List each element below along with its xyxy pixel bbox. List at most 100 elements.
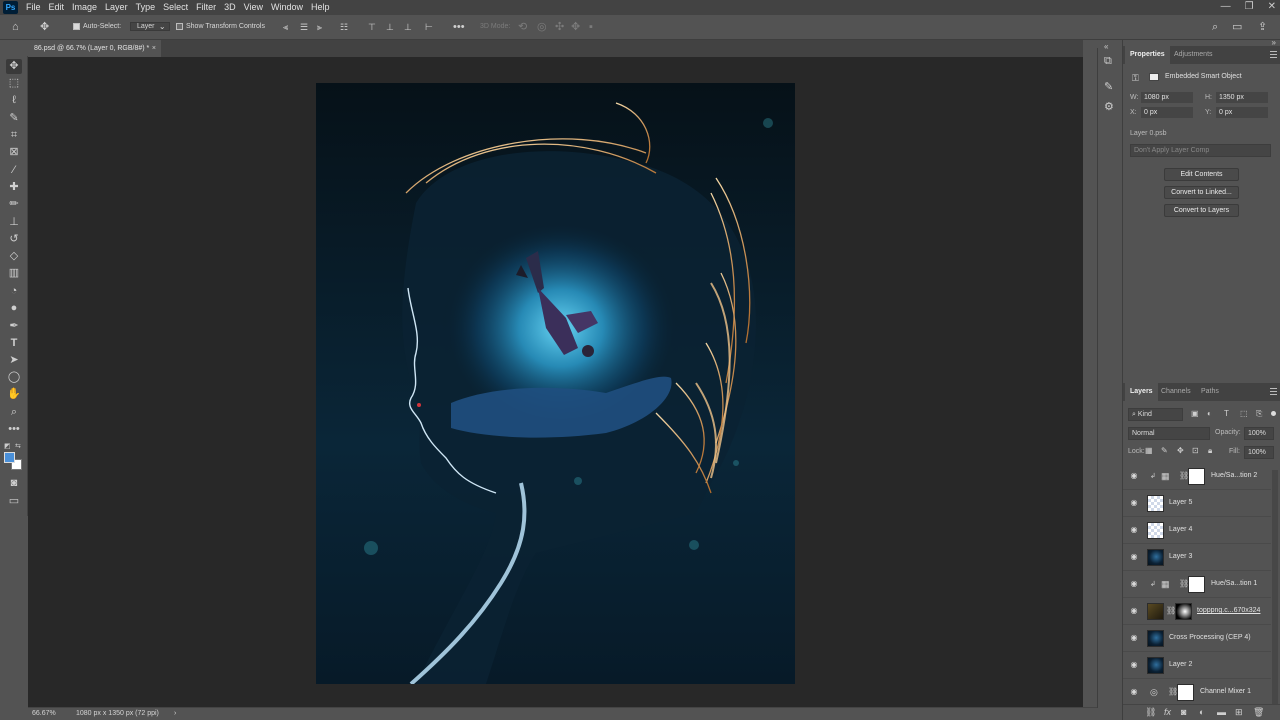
menu-help[interactable]: Help <box>307 0 334 15</box>
marquee-tool-icon[interactable]: ⬚ <box>6 76 22 91</box>
menu-window[interactable]: Window <box>267 0 307 15</box>
tab-properties[interactable]: Properties <box>1125 46 1170 64</box>
layer-name[interactable]: Channel Mixer 1 <box>1200 688 1251 695</box>
link-layers-icon[interactable]: ⛓ <box>1145 705 1156 719</box>
quick-select-tool-icon[interactable]: ✎ <box>6 111 22 126</box>
layer-row[interactable]: ◉ ↲ ▦ ⛓ Hue/Sa...tion 1 <box>1123 571 1271 598</box>
menu-image[interactable]: Image <box>68 0 101 15</box>
document-tab[interactable]: 86.psd @ 66.7% (Layer 0, RGB/8#) * × <box>28 40 161 57</box>
restore-button[interactable]: ❐ <box>1245 0 1254 14</box>
layer-mask-thumbnail[interactable] <box>1175 603 1192 620</box>
layer-row[interactable]: ◉ Layer 2 <box>1123 652 1271 679</box>
y-field[interactable]: 0 px <box>1216 107 1268 118</box>
visibility-eye-icon[interactable]: ◉ <box>1129 687 1139 697</box>
zoom-tool-icon[interactable]: ⌕ <box>6 405 22 420</box>
filter-adjustment-icon[interactable]: ◐ <box>1207 407 1212 421</box>
layer-mask-thumbnail[interactable] <box>1188 576 1205 593</box>
3d-roll-icon[interactable]: ◎ <box>537 20 547 34</box>
document-canvas[interactable] <box>316 83 795 684</box>
workspace-icon[interactable]: ▭ <box>1232 20 1242 34</box>
show-transform-toggle[interactable]: Show Transform Controls <box>176 20 265 34</box>
lock-all-icon[interactable]: 🔒︎ <box>1208 444 1212 458</box>
close-window-button[interactable]: ✕ <box>1268 0 1276 14</box>
lock-transparent-icon[interactable]: ▦ <box>1145 444 1153 458</box>
auto-select-checkbox[interactable] <box>73 22 80 30</box>
home-icon[interactable]: ⌂ <box>12 20 19 34</box>
filter-toggle-icon[interactable] <box>1271 411 1276 416</box>
default-colors-icon[interactable]: ◩ <box>4 442 12 450</box>
layer-name[interactable]: Cross Processing (CEP 4) <box>1169 634 1251 641</box>
layer-row[interactable]: ◉ ◎ ⛓ Channel Mixer 1 <box>1123 679 1271 706</box>
visibility-eye-icon[interactable]: ◉ <box>1129 606 1139 616</box>
dodge-tool-icon[interactable]: ● <box>6 301 22 316</box>
fx-icon[interactable]: fx <box>1164 705 1171 719</box>
menu-file[interactable]: File <box>22 0 45 15</box>
distribute-left-icon[interactable]: ⊢ <box>425 20 433 34</box>
new-group-folder-icon[interactable]: ▬ <box>1217 705 1226 719</box>
layer-name[interactable]: Layer 4 <box>1169 526 1192 533</box>
align-center-icon[interactable]: ☰ <box>300 20 308 34</box>
visibility-eye-icon[interactable]: ◉ <box>1129 552 1139 562</box>
status-menu-arrow[interactable]: › <box>174 708 176 720</box>
menu-select[interactable]: Select <box>159 0 192 15</box>
align-right-icon[interactable]: ⫸ <box>317 20 322 34</box>
hand-tool-icon[interactable]: ✋ <box>6 387 22 402</box>
convert-to-linked-button[interactable]: Convert to Linked... <box>1164 186 1239 199</box>
move-tool-icon[interactable]: ✥ <box>6 59 22 74</box>
tab-channels[interactable]: Channels <box>1156 383 1196 401</box>
eyedropper-tool-icon[interactable]: ⁄ <box>6 163 22 178</box>
clone-stamp-tool-icon[interactable]: ⊥ <box>6 215 22 230</box>
menu-filter[interactable]: Filter <box>192 0 220 15</box>
brush-tool-icon[interactable]: ✏ <box>6 197 22 212</box>
visibility-eye-icon[interactable]: ◉ <box>1129 471 1139 481</box>
layer-mask-thumbnail[interactable] <box>1177 684 1194 701</box>
tab-paths[interactable]: Paths <box>1196 383 1224 401</box>
edit-toolbar-icon[interactable]: ••• <box>6 422 22 437</box>
brush-settings-icon[interactable]: ✎ <box>1104 80 1113 94</box>
layer-name[interactable]: topppng.c...670x324 <box>1197 607 1260 614</box>
adjustments-panel-icon[interactable]: ⚙ <box>1104 100 1114 114</box>
ellipse-tool-icon[interactable]: ◯ <box>6 370 22 385</box>
history-brush-tool-icon[interactable]: ↺ <box>6 232 22 247</box>
3d-scale-icon[interactable]: ▪ <box>589 20 593 34</box>
visibility-eye-icon[interactable]: ◉ <box>1129 660 1139 670</box>
filter-pixel-icon[interactable]: ▣ <box>1191 407 1199 421</box>
search-icon[interactable]: ⌕ <box>1212 20 1218 34</box>
distribute-middle-icon[interactable]: ⊥ <box>386 20 394 34</box>
visibility-eye-icon[interactable]: ◉ <box>1129 525 1139 535</box>
crop-tool-icon[interactable]: ⌗ <box>6 128 22 143</box>
type-tool-icon[interactable]: T <box>6 336 22 351</box>
width-field[interactable]: 1080 px <box>1141 92 1193 103</box>
path-selection-tool-icon[interactable]: ➤ <box>6 353 22 368</box>
history-panel-icon[interactable]: ⧉ <box>1104 54 1112 68</box>
swap-colors-icon[interactable]: ⇆ <box>15 442 21 450</box>
filter-smart-object-icon[interactable]: ⎘ <box>1256 407 1262 421</box>
3d-pan-icon[interactable]: ✣ <box>555 20 564 34</box>
menu-view[interactable]: View <box>240 0 267 15</box>
layer-row[interactable]: ◉ ⛓ topppng.c...670x324 <box>1123 598 1271 625</box>
close-document-icon[interactable]: × <box>152 40 156 57</box>
share-icon[interactable]: ⇪ <box>1258 20 1267 34</box>
height-field[interactable]: 1350 px <box>1216 92 1268 103</box>
move-tool-preset-icon[interactable]: ✥ <box>40 20 49 34</box>
convert-to-layers-button[interactable]: Convert to Layers <box>1164 204 1239 217</box>
healing-brush-tool-icon[interactable]: ✚ <box>6 180 22 195</box>
3d-slide-icon[interactable]: ✥ <box>571 20 580 34</box>
show-transform-checkbox[interactable] <box>176 22 183 30</box>
more-options-icon[interactable]: ••• <box>453 20 465 34</box>
pen-tool-icon[interactable]: ✒ <box>6 319 22 334</box>
x-field[interactable]: 0 px <box>1141 107 1193 118</box>
auto-select-target-dropdown[interactable]: Layer <box>130 22 170 31</box>
layer-name[interactable]: Layer 3 <box>1169 553 1192 560</box>
layer-row[interactable]: ◉ ↲ ▦ ⛓ Hue/Sa...tion 2 <box>1123 463 1271 490</box>
menu-edit[interactable]: Edit <box>45 0 69 15</box>
filter-shape-icon[interactable]: ⬚ <box>1240 407 1248 421</box>
fill-field[interactable]: 100% <box>1244 446 1274 459</box>
layer-row[interactable]: ◉ Layer 5 <box>1123 490 1271 517</box>
screen-mode-icon[interactable]: ▭ <box>6 494 22 509</box>
layer-name[interactable]: Hue/Sa...tion 1 <box>1211 580 1257 587</box>
layer-name[interactable]: Layer 5 <box>1169 499 1192 506</box>
quick-mask-icon[interactable]: ◙ <box>6 476 22 491</box>
layers-menu-icon[interactable] <box>1270 388 1277 395</box>
add-mask-icon[interactable]: ◙ <box>1181 705 1186 719</box>
